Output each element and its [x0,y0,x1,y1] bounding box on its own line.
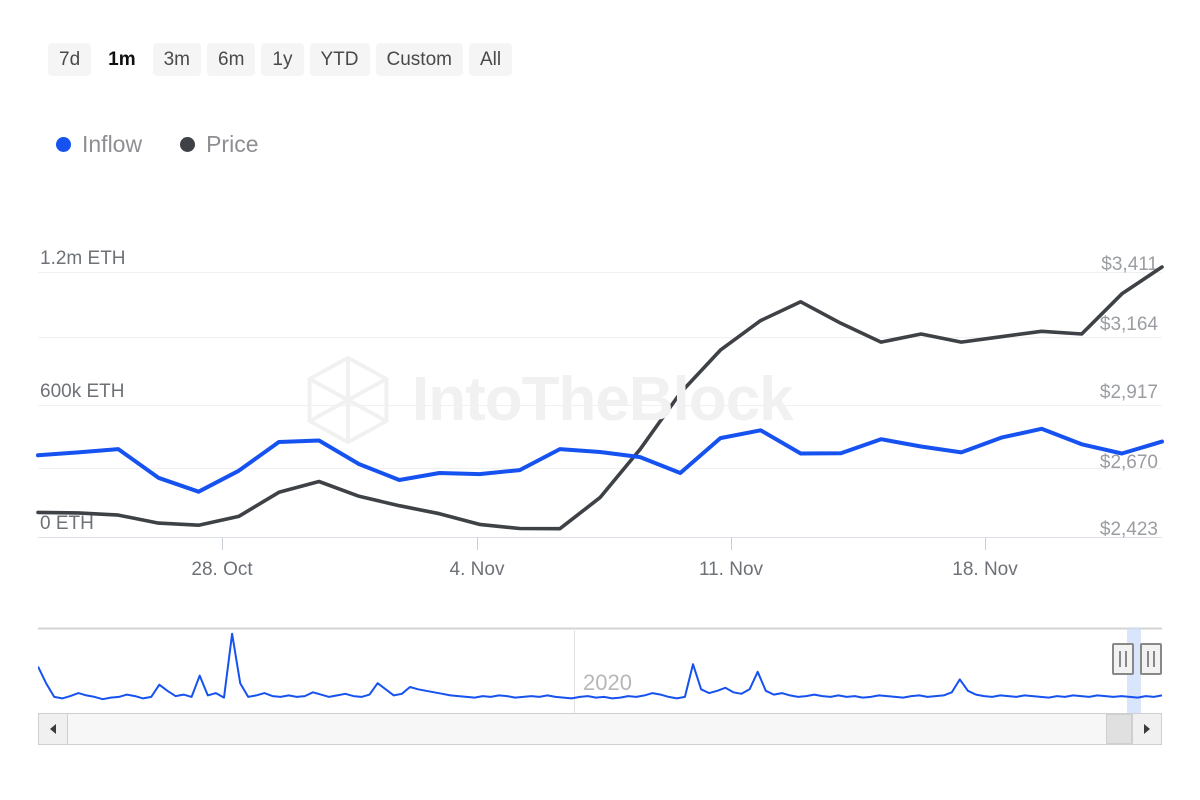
legend-label-price: Price [206,131,259,157]
legend-dot-inflow [56,137,71,152]
scroll-right-button[interactable] [1132,713,1162,745]
chevron-left-icon [50,724,56,734]
right-axis-label: $3,164 [1100,314,1159,335]
right-axis-label: $3,411 [1101,254,1158,275]
scroll-thumb[interactable] [1106,714,1132,744]
navigator-handle-left[interactable] [1112,643,1134,675]
right-axis-label: $2,423 [1100,519,1158,540]
chart-navigator[interactable]: 2020 [38,622,1162,714]
range-button-custom[interactable]: Custom [375,43,463,76]
legend-dot-price [180,137,196,152]
time-range-selector: 7d 1m 3m 6m 1y YTD Custom All [48,43,513,76]
legend-item-inflow[interactable]: Inflow [56,133,142,156]
main-chart-svg: 1.2m ETH 600k ETH 0 ETH $3,411 $3,164 $2,917 $… [36,248,1164,580]
left-axis-label: 1.2m ETH [40,248,126,269]
navigator-scrollbar[interactable] [38,713,1162,745]
left-axis-label: 600k ETH [40,381,124,402]
range-button-1y[interactable]: 1y [261,43,304,76]
chart-legend: Inflow Price [56,133,259,156]
range-button-ytd[interactable]: YTD [309,43,370,76]
navigator-svg: 2020 [38,627,1162,714]
legend-item-price[interactable]: Price [180,131,259,157]
scroll-track[interactable] [68,713,1132,745]
range-button-7d[interactable]: 7d [48,43,92,76]
x-axis-label: 11. Nov [699,559,764,580]
legend-label-inflow: Inflow [82,131,143,157]
navigator-handle-right[interactable] [1140,643,1162,675]
navigator-year-label: 2020 [583,670,632,695]
main-chart[interactable]: 1.2m ETH 600k ETH 0 ETH $3,411 $3,164 $2,917 $… [0,230,1200,600]
left-axis-label: 0 ETH [40,513,94,534]
right-axis-label: $2,670 [1100,452,1158,473]
x-axis-label: 28. Oct [191,559,253,580]
range-button-3m[interactable]: 3m [152,43,202,76]
range-button-1m[interactable]: 1m [97,43,147,76]
range-button-6m[interactable]: 6m [207,43,256,76]
range-button-all[interactable]: All [468,43,513,76]
scroll-left-button[interactable] [38,713,68,745]
x-axis-label: 4. Nov [450,559,505,580]
inflow-line [36,426,1164,494]
x-axis-label: 18. Nov [952,559,1018,580]
chevron-right-icon [1144,724,1150,734]
right-axis-label: $2,917 [1100,382,1158,403]
